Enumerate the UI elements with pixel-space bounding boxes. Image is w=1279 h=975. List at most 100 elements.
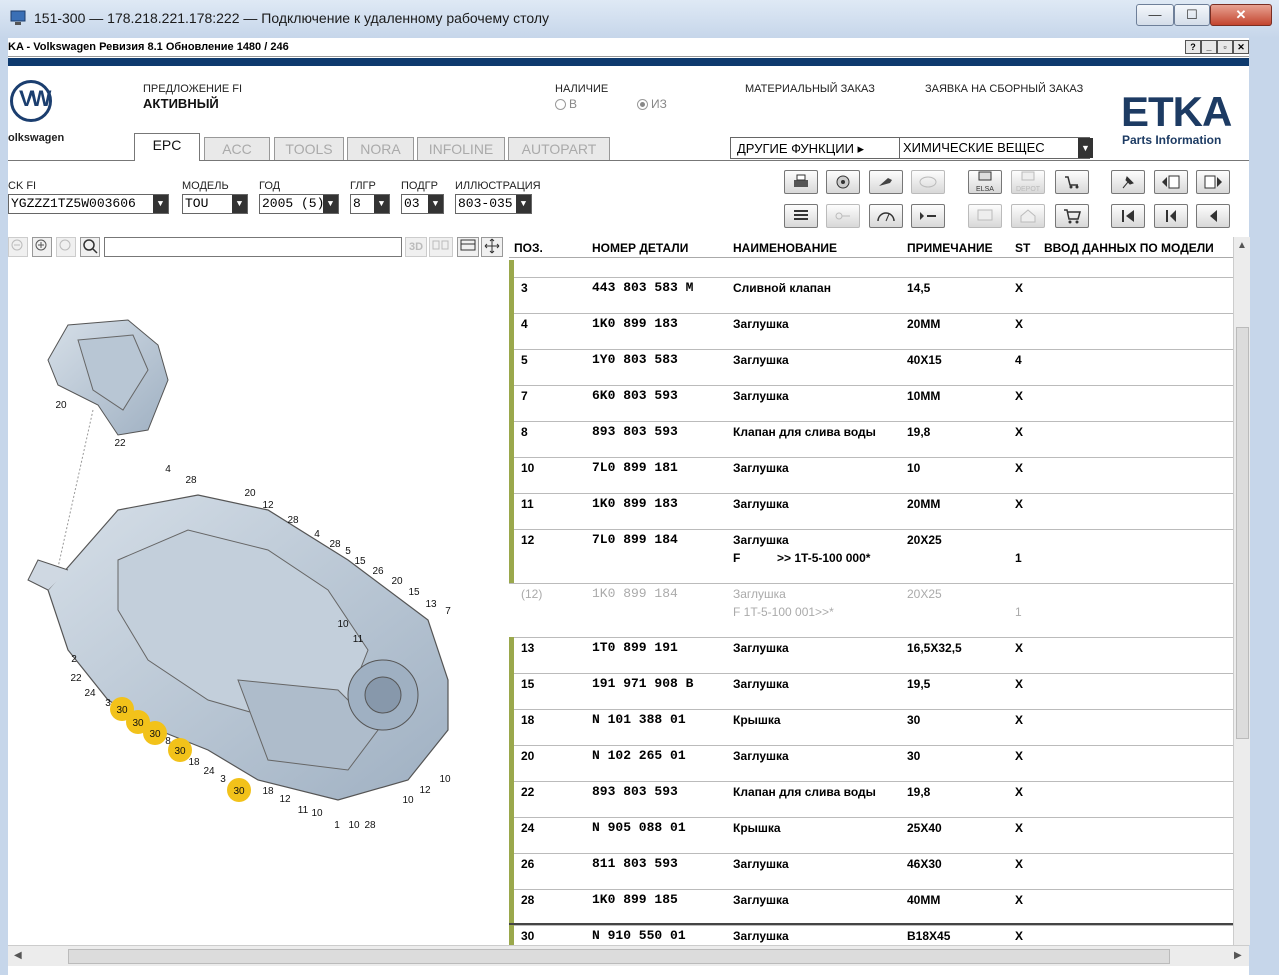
callout-10[interactable]: 10 [439, 774, 451, 785]
prev-page-button[interactable] [1154, 170, 1188, 194]
callout-2[interactable]: 2 [71, 654, 77, 665]
callout-8[interactable]: 8 [165, 736, 171, 747]
callout-30[interactable]: 30 [132, 718, 144, 729]
callout-12[interactable]: 12 [262, 500, 274, 511]
callout-10[interactable]: 10 [337, 619, 349, 630]
chevron-down-icon[interactable]: ▼ [153, 195, 168, 213]
col-note[interactable]: ПРИМЕЧАНИЕ [907, 241, 993, 255]
back-button[interactable] [1154, 204, 1188, 228]
col-model-data[interactable]: ВВОД ДАННЫХ ПО МОДЕЛИ [1044, 241, 1214, 255]
col-part-number[interactable]: НОМЕР ДЕТАЛИ [592, 241, 688, 255]
callout-20[interactable]: 20 [244, 488, 256, 499]
tab-autopart[interactable]: AUTOPART [508, 137, 610, 160]
radio-in[interactable] [555, 99, 566, 111]
vertical-scrollbar[interactable]: ▲ [1233, 237, 1250, 945]
previous-button[interactable] [1196, 204, 1230, 228]
tab-nora[interactable]: NORA [347, 137, 414, 160]
main-group-select[interactable]: 8 ▼ [350, 194, 390, 214]
illustration-select[interactable]: 803-035 ▼ [455, 194, 532, 214]
search-button[interactable] [80, 237, 100, 257]
minimize-button[interactable]: — [1136, 4, 1174, 26]
next-page-button[interactable] [1196, 170, 1230, 194]
callout-12[interactable]: 12 [419, 785, 431, 796]
other-functions[interactable]: ДРУГИЕ ФУНКЦИИ ▸ ХИМИЧЕСКИЕ ВЕЩЕС ▼ [730, 137, 1093, 159]
table-row[interactable]: 24 N 905 088 01 Крышка 25X40 X [509, 817, 1233, 854]
callout-3[interactable]: 3 [220, 774, 226, 785]
cart-transfer-button[interactable] [1055, 170, 1089, 194]
chevron-down-icon[interactable]: ▼ [374, 195, 389, 213]
callout-13[interactable]: 13 [425, 599, 437, 610]
callout-22[interactable]: 22 [70, 673, 82, 684]
callout-28[interactable]: 28 [329, 539, 341, 550]
split-view-button[interactable] [457, 237, 479, 257]
material-order-link[interactable]: МАТЕРИАЛЬНЫЙ ЗАКАЗ [745, 83, 875, 95]
availability-option-out[interactable]: ИЗ [637, 97, 667, 111]
callout-28[interactable]: 28 [287, 515, 299, 526]
callout-11[interactable]: 11 [353, 634, 364, 645]
elsa-button[interactable]: ELSA [968, 170, 1002, 194]
service-button[interactable] [869, 170, 903, 194]
depot-button[interactable]: DEPOT [1011, 170, 1045, 194]
mdi-close-button[interactable]: ✕ [1233, 40, 1249, 54]
callout-3[interactable]: 3 [105, 698, 111, 709]
callout-28[interactable]: 28 [364, 820, 376, 831]
cart-button[interactable] [1055, 204, 1089, 228]
help-button[interactable]: ? [1185, 40, 1201, 54]
table-row[interactable]: 7 6K0 803 593 Заглушка 10MM X [509, 385, 1233, 422]
tab-infoline[interactable]: INFOLINE [417, 137, 505, 160]
callout-4[interactable]: 4 [314, 529, 320, 540]
callout-5[interactable]: 5 [345, 546, 351, 557]
callout-7[interactable]: 7 [445, 606, 451, 617]
col-name[interactable]: НАИМЕНОВАНИЕ [733, 241, 837, 255]
callout-1[interactable]: 1 [334, 820, 340, 831]
callout-28[interactable]: 28 [185, 475, 197, 486]
mdi-minimize-button[interactable]: _ [1201, 40, 1217, 54]
table-row[interactable]: 13 1T0 899 191 Заглушка 16,5X32,5 X [509, 637, 1233, 674]
callout-18[interactable]: 18 [262, 786, 274, 797]
callout-24[interactable]: 24 [84, 688, 96, 699]
callout-30[interactable]: 30 [233, 786, 245, 797]
availability-option-in[interactable]: В [555, 97, 577, 111]
callout-4[interactable]: 4 [165, 464, 171, 475]
rdp-title-bar[interactable]: 151-300 — 178.218.221.178:222 — Подключе… [0, 0, 1279, 39]
vin-select[interactable]: YGZZZ1TZ5W003606 ▼ [8, 194, 169, 214]
callout-15[interactable]: 15 [408, 587, 420, 598]
chevron-down-icon[interactable]: ▼ [428, 195, 443, 213]
elsa-link-button[interactable] [968, 204, 1002, 228]
tab-epc[interactable]: EPC [134, 133, 200, 161]
vertical-scroll-thumb[interactable] [1236, 327, 1249, 739]
table-row[interactable]: 26 811 803 593 Заглушка 46X30 X [509, 853, 1233, 890]
tab-tools[interactable]: TOOLS [274, 137, 344, 160]
key-button[interactable] [826, 204, 860, 228]
table-row[interactable]: 5 1Y0 803 583 Заглушка 40X15 4 [509, 349, 1233, 386]
table-row[interactable]: 4 1K0 899 183 Заглушка 20MM X [509, 313, 1233, 350]
callout-10[interactable]: 10 [348, 820, 360, 831]
table-row[interactable]: 12 7L0 899 184 Заглушка F >> 1T-5-100 000* 2… [509, 529, 1233, 584]
table-row[interactable]: 8 893 803 593 Клапан для слива воды 19,8 X [509, 421, 1233, 458]
scroll-left-icon[interactable]: ◀ [14, 950, 22, 961]
callout-30[interactable]: 30 [116, 705, 128, 716]
table-row[interactable]: 28 1K0 899 185 Заглушка 40MM X [509, 889, 1233, 926]
chevron-down-icon[interactable]: ▼ [232, 195, 247, 213]
table-row[interactable]: 10 7L0 899 181 Заглушка 10 X [509, 457, 1233, 494]
chevron-down-icon[interactable]: ▼ [516, 195, 531, 213]
table-row[interactable]: 18 N 101 388 01 Крышка 30 X [509, 709, 1233, 746]
table-row[interactable]: 15 191 971 908 B Заглушка 19,5 X [509, 673, 1233, 710]
scroll-up-icon[interactable]: ▲ [1237, 240, 1247, 251]
resize-button[interactable] [481, 237, 503, 257]
table-row[interactable]: 22 893 803 593 Клапан для слива воды 19,8 X [509, 781, 1233, 818]
table-row[interactable]: 3 443 803 583 M Сливной клапан 14,5 X [509, 277, 1233, 314]
col-pos[interactable]: ПОЗ. [514, 241, 543, 255]
table-row[interactable]: (12) 1K0 899 184 Заглушка F 1T-5-100 001>>*… [509, 583, 1233, 638]
other-functions-select[interactable]: ХИМИЧЕСКИЕ ВЕЩЕС ▼ [899, 138, 1093, 158]
pin-button[interactable] [1111, 170, 1145, 194]
zoom-in-button[interactable] [32, 237, 52, 257]
callout-12[interactable]: 12 [279, 794, 291, 805]
table-row[interactable]: 11 1K0 899 183 Заглушка 20MM X [509, 493, 1233, 530]
table-row[interactable]: 20 N 102 265 01 Заглушка 30 X [509, 745, 1233, 782]
model-data-button[interactable] [869, 204, 903, 228]
callout-18[interactable]: 18 [188, 757, 200, 768]
callout-20[interactable]: 20 [391, 576, 403, 587]
first-button[interactable] [1111, 204, 1145, 228]
callout-10[interactable]: 10 [311, 808, 323, 819]
